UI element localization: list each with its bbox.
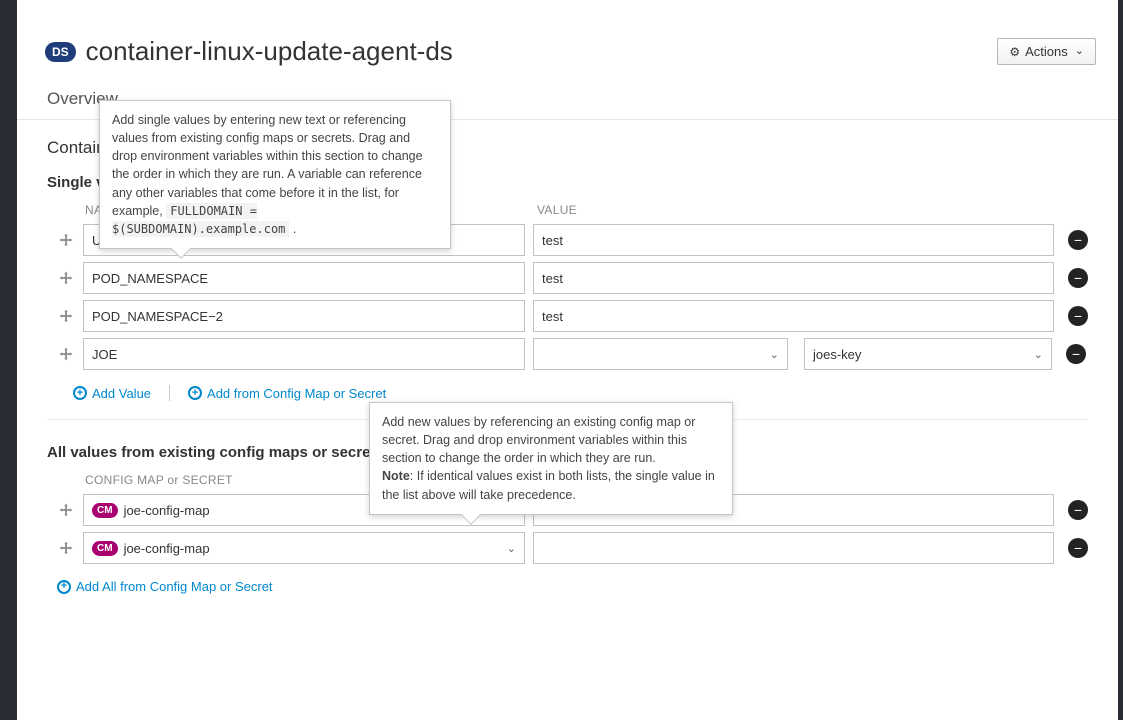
cm-badge: CM (92, 503, 118, 518)
remove-button[interactable]: − (1066, 344, 1086, 364)
remove-button[interactable]: − (1068, 268, 1088, 288)
prefix-input[interactable] (533, 532, 1054, 564)
add-all-configmap-link[interactable]: + Add All from Config Map or Secret (57, 579, 273, 594)
plus-icon: + (73, 386, 87, 400)
configmap-name: joe-config-map (124, 541, 210, 556)
env-row: ⌄ joes-key ⌄ − (17, 335, 1118, 373)
env-name-input[interactable] (83, 338, 525, 370)
drag-handle-icon[interactable] (57, 269, 75, 287)
env-name-input[interactable] (83, 300, 525, 332)
key-select-value: joes-key (813, 347, 861, 362)
chevron-down-icon (1073, 44, 1084, 59)
chevron-down-icon: ⌄ (770, 348, 779, 361)
key-select[interactable]: joes-key ⌄ (804, 338, 1052, 370)
add-from-configmap-link[interactable]: + Add from Config Map or Secret (188, 386, 386, 401)
add-value-link[interactable]: + Add Value (73, 386, 151, 401)
page-title: container-linux-update-agent-ds (86, 36, 453, 67)
ds-badge: DS (45, 42, 76, 62)
remove-button[interactable]: − (1068, 538, 1088, 558)
drag-handle-icon[interactable] (57, 539, 75, 557)
env-value-input[interactable] (533, 224, 1054, 256)
tooltip-envfrom: Add new values by referencing an existin… (369, 402, 733, 515)
env-value-input[interactable] (533, 262, 1054, 294)
configmap-select[interactable]: CM joe-config-map ⌄ (83, 532, 525, 564)
cm-badge: CM (92, 541, 118, 556)
divider (169, 385, 170, 401)
envfrom-row: CM joe-config-map ⌄ − (17, 529, 1118, 567)
drag-handle-icon[interactable] (57, 231, 75, 249)
secret-select[interactable]: ⌄ (533, 338, 788, 370)
tooltip-note-label: Note (382, 469, 410, 483)
configmap-name: joe-config-map (124, 503, 210, 518)
col-value-header: VALUE (537, 203, 1118, 217)
remove-button[interactable]: − (1068, 500, 1088, 520)
add-all-label: Add All from Config Map or Secret (76, 579, 273, 594)
plus-icon: + (188, 386, 202, 400)
env-row: − (17, 297, 1118, 335)
actions-button[interactable]: Actions (997, 38, 1096, 65)
env-name-input[interactable] (83, 262, 525, 294)
tooltip-env: Add single values by entering new text o… (99, 100, 451, 249)
page-header: DS container-linux-update-agent-ds Actio… (17, 8, 1118, 79)
env-row: − (17, 259, 1118, 297)
envfrom-add-links: + Add All from Config Map or Secret (17, 567, 1118, 612)
gear-icon (1009, 44, 1020, 59)
tooltip-note-text: : If identical values exist in both list… (382, 469, 715, 501)
add-from-label: Add from Config Map or Secret (207, 386, 386, 401)
drag-handle-icon[interactable] (57, 345, 75, 363)
chevron-down-icon: ⌄ (507, 542, 516, 555)
add-value-label: Add Value (92, 386, 151, 401)
tooltip-envfrom-text: Add new values by referencing an existin… (382, 415, 695, 465)
env-value-input[interactable] (533, 300, 1054, 332)
remove-button[interactable]: − (1068, 230, 1088, 250)
chevron-down-icon: ⌄ (1034, 348, 1043, 361)
drag-handle-icon[interactable] (57, 501, 75, 519)
actions-label: Actions (1025, 44, 1068, 59)
drag-handle-icon[interactable] (57, 307, 75, 325)
plus-icon: + (57, 580, 71, 594)
remove-button[interactable]: − (1068, 306, 1088, 326)
tooltip-env-text: Add single values by entering new text o… (112, 113, 423, 218)
